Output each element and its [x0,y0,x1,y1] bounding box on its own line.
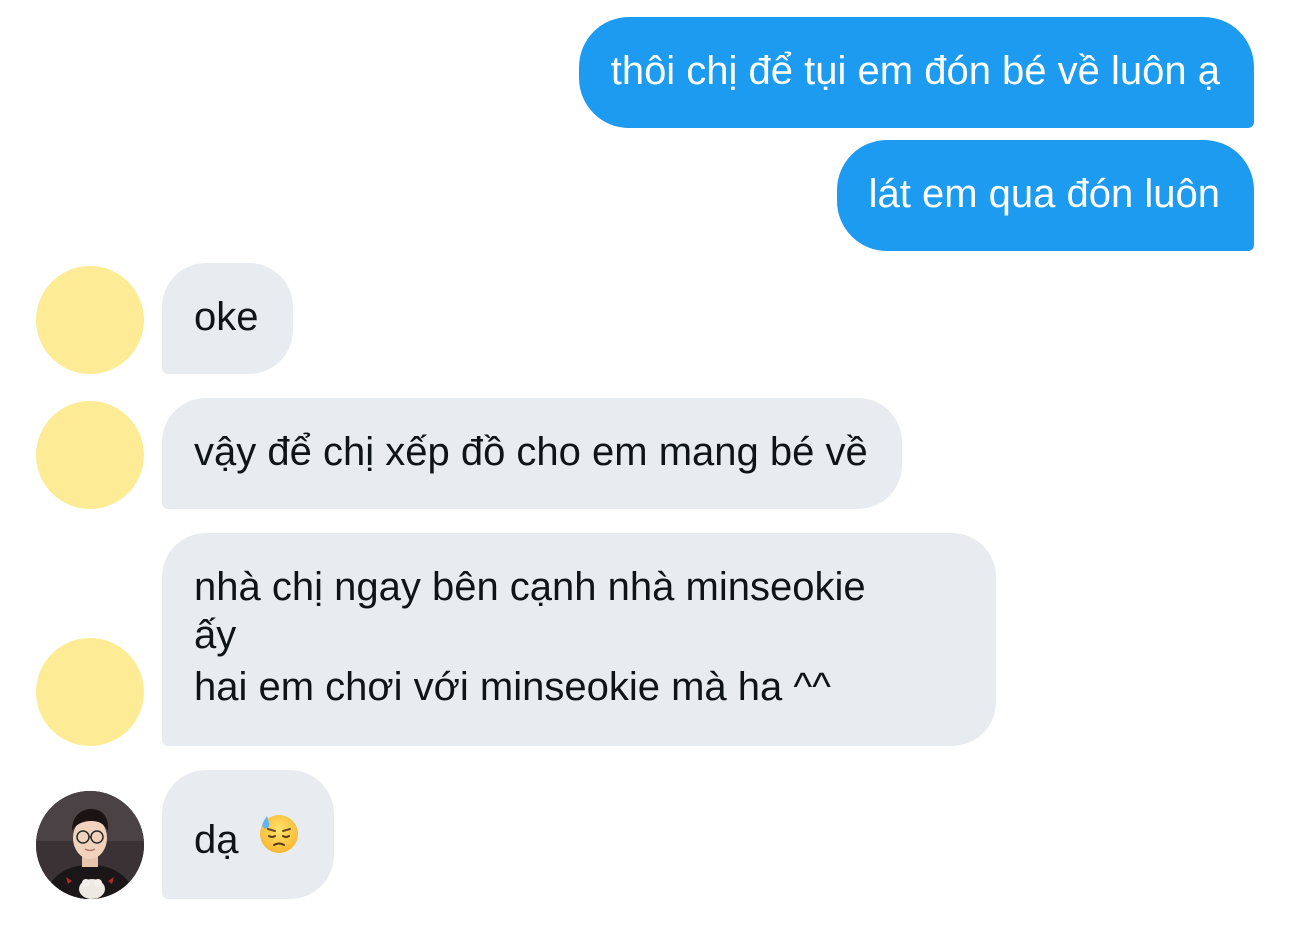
message-text: oke [194,295,259,339]
avatar[interactable] [36,401,144,509]
avatar[interactable] [36,638,144,746]
incoming-message[interactable]: dạ [162,770,334,899]
avatar[interactable] [36,266,144,374]
message-text-line: ấy [194,613,237,657]
avatar[interactable] [36,791,144,899]
message-text-line: hai em chơi với minseokie mà ha ^^ [194,665,831,709]
incoming-message[interactable]: nhà chị ngay bên cạnh nhà minseokie ấy h… [162,533,996,746]
message-text: dạ [194,818,239,862]
outgoing-message[interactable]: thôi chị để tụi em đón bé về luôn ạ [578,17,1254,128]
outgoing-message[interactable]: lát em qua đón luôn [836,140,1254,251]
downcast-face-with-sweat-icon [258,812,300,867]
avatar-photo-image [36,791,144,899]
incoming-message[interactable]: oke [162,263,293,374]
message-text: lát em qua đón luôn [868,172,1220,216]
chat-thread: thôi chị để tụi em đón bé về luôn ạ lát … [0,0,1290,943]
message-text: vậy để chị xếp đồ cho em mang bé về [194,430,868,474]
message-text-line: nhà chị ngay bên cạnh nhà minseokie [194,565,866,609]
incoming-message[interactable]: vậy để chị xếp đồ cho em mang bé về [162,398,902,509]
message-text: thôi chị để tụi em đón bé về luôn ạ [610,49,1220,93]
